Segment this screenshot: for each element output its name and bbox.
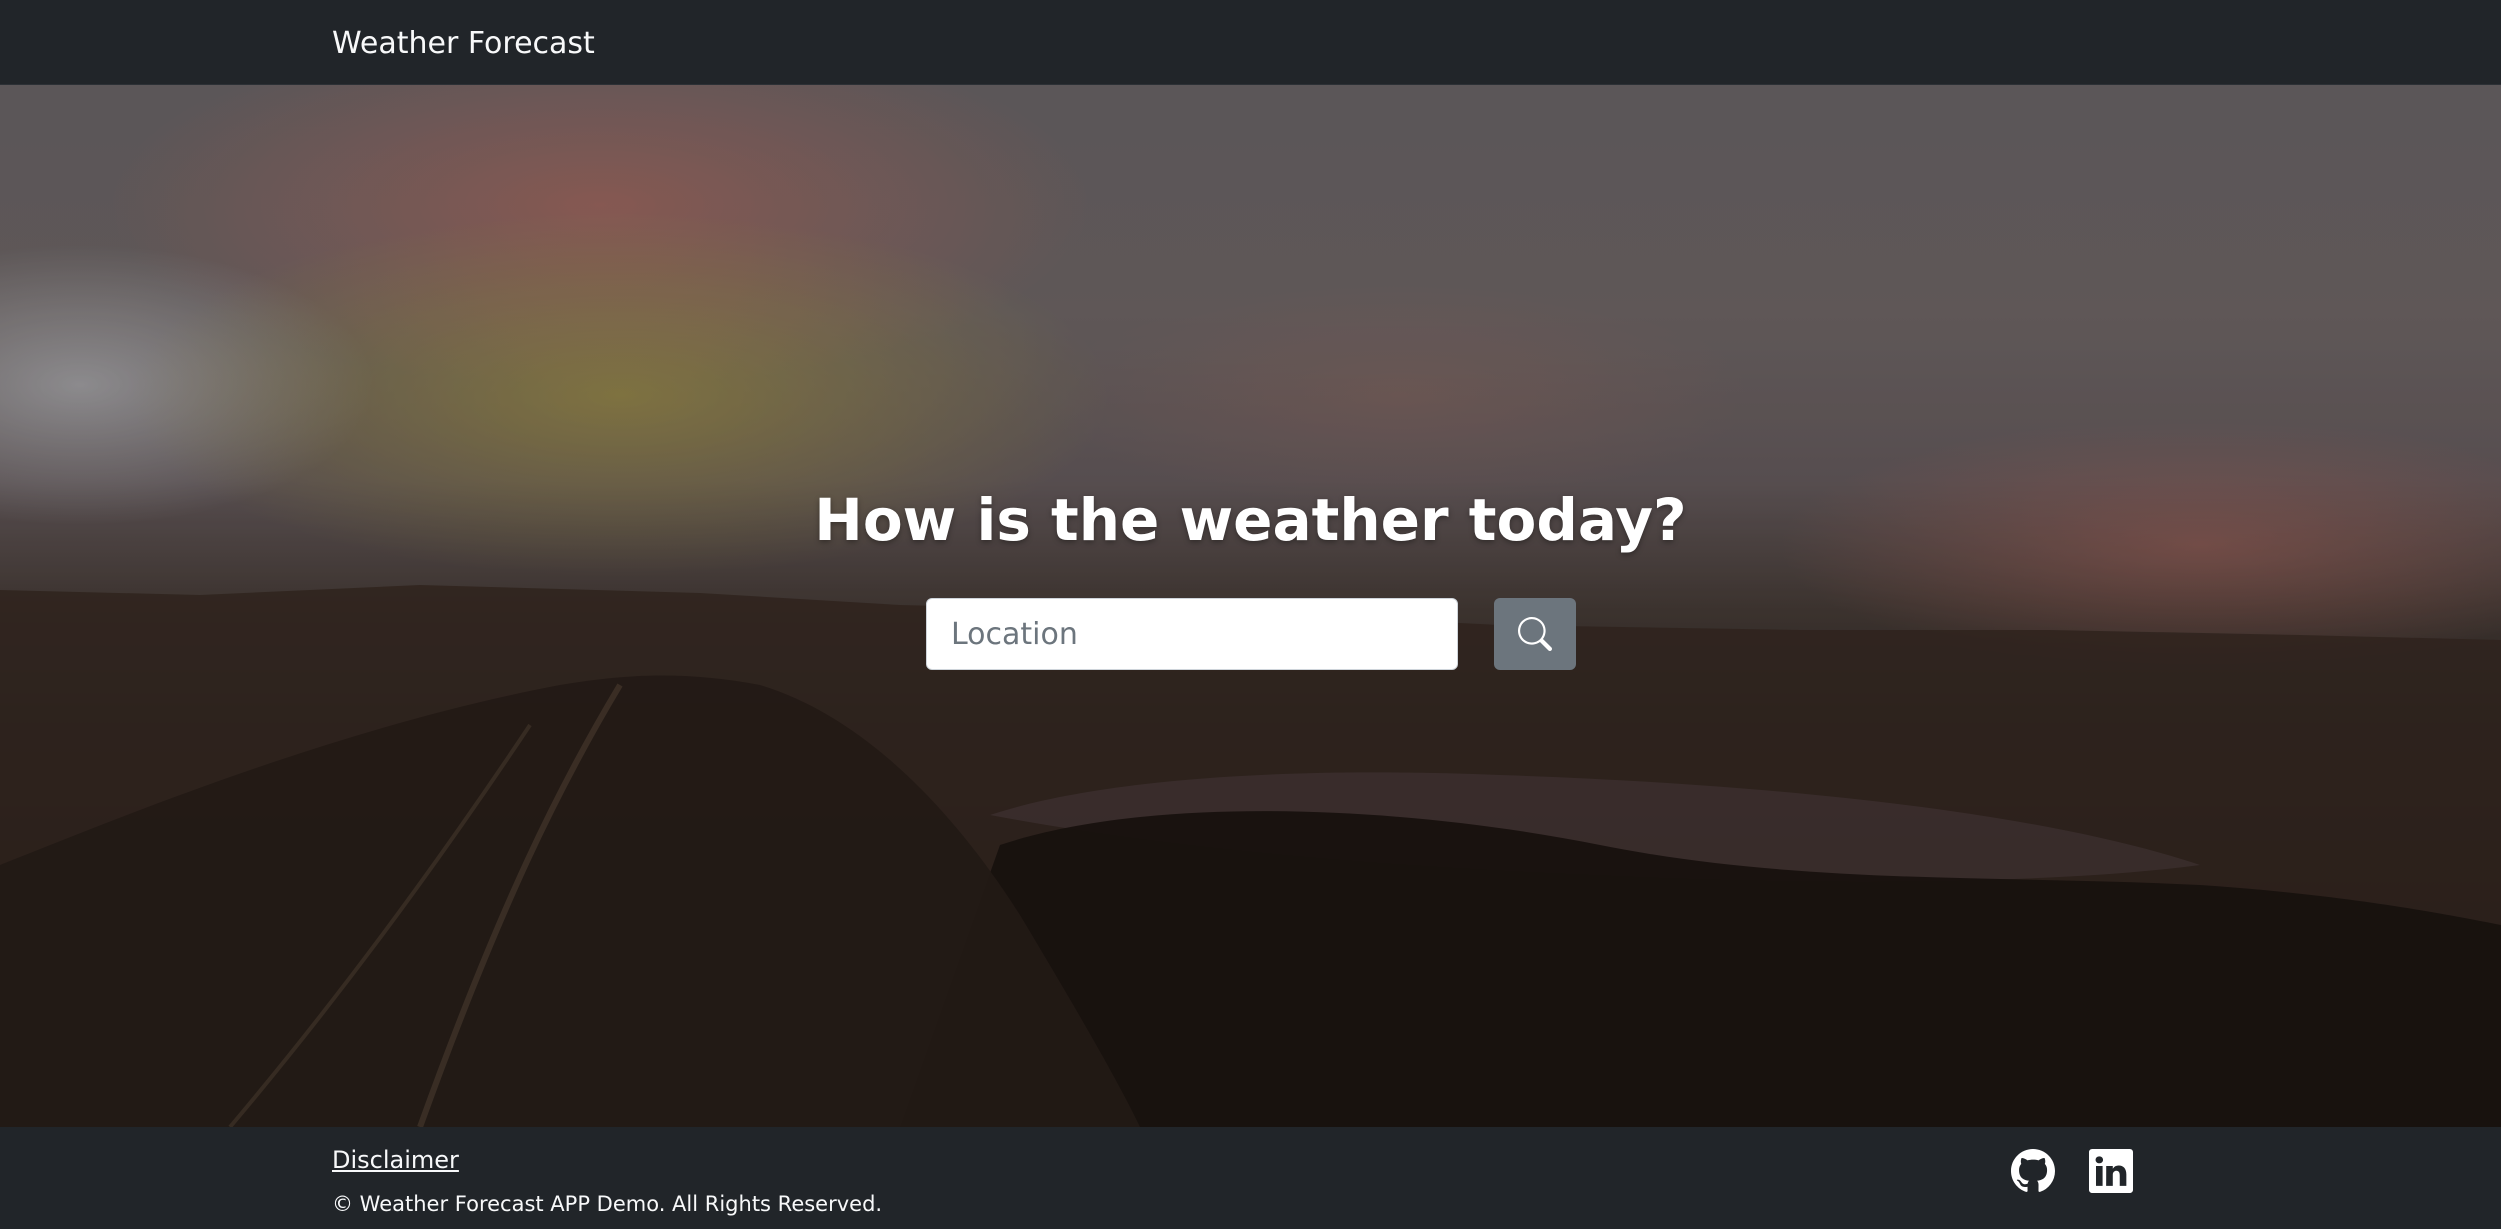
hero-headline: How is the weather today? [814, 486, 1687, 554]
hero-content: How is the weather today? [0, 485, 2501, 555]
copyright-text: © Weather Forecast APP Demo. All Rights … [332, 1192, 883, 1216]
search-form [926, 598, 1576, 670]
github-link[interactable] [2011, 1149, 2055, 1193]
linkedin-link[interactable] [2089, 1149, 2133, 1193]
location-input[interactable] [926, 598, 1458, 670]
navbar: Weather Forecast [0, 0, 2501, 85]
hero-section: How is the weather today? [0, 85, 2501, 1127]
search-icon [1518, 617, 1552, 651]
github-icon [2011, 1149, 2055, 1192]
brand-link[interactable]: Weather Forecast [332, 22, 595, 66]
search-button[interactable] [1494, 598, 1576, 670]
footer: Disclaimer © Weather Forecast APP Demo. … [0, 1127, 2501, 1229]
disclaimer-link[interactable]: Disclaimer [332, 1144, 459, 1176]
linkedin-icon [2089, 1149, 2133, 1193]
